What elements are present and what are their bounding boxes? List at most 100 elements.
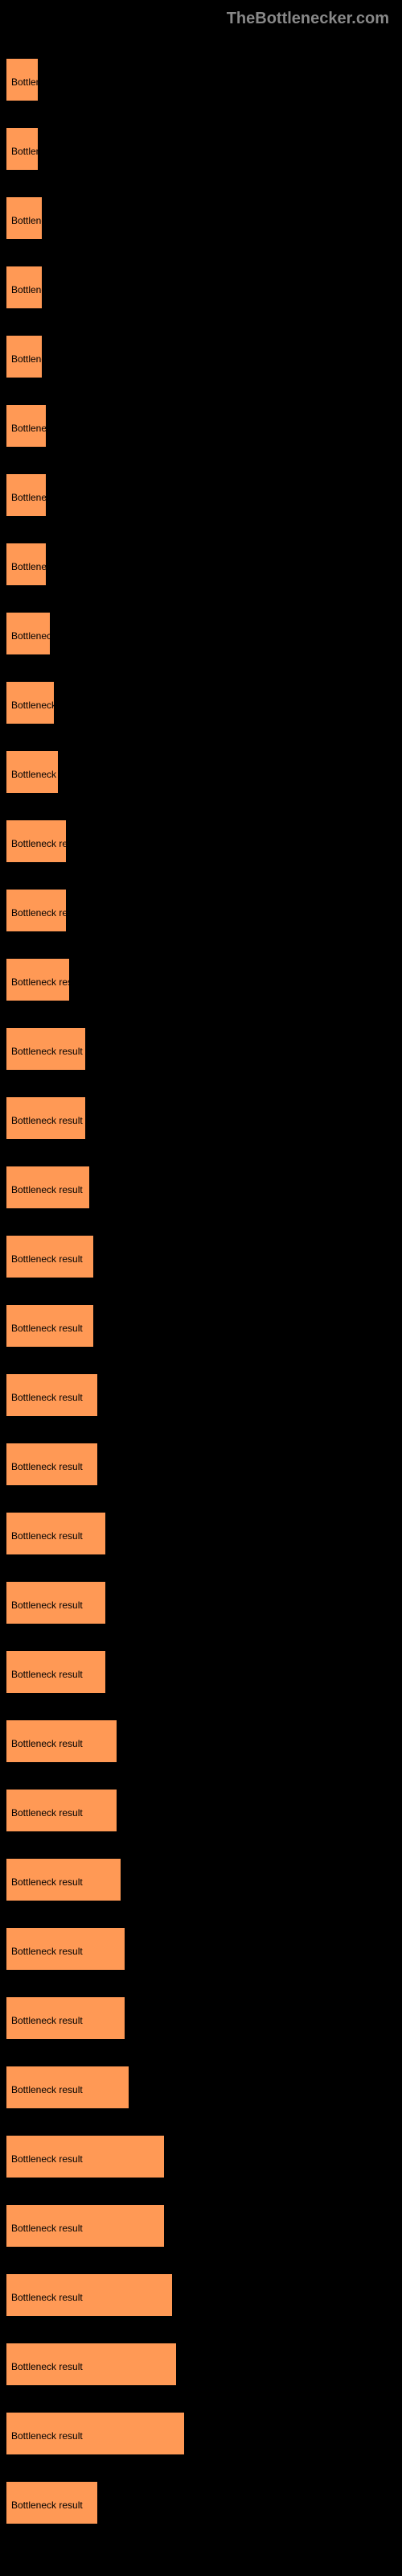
bar-category-label: Bottleneck result: [11, 976, 83, 988]
spec-label: Bottleneck result for Intel Core i3-1210…: [11, 1007, 310, 1017]
bar-area: Bottleneck result 23: [6, 1443, 400, 1490]
spec-label: Bottleneck result for Intel Core i3-1210…: [11, 869, 319, 878]
bar-value-label: 13: [63, 769, 73, 780]
bar-area: Bottleneck result21: [6, 1166, 400, 1213]
bar-area: Bottleneck result45: [6, 2413, 400, 2459]
bar-area: Bottleneck result15: [6, 890, 400, 936]
spec-label: Bottleneck result for Intel Core i3-1210…: [11, 246, 290, 255]
spec-label: Bottleneck result for Intel Core i3-1210…: [11, 1284, 310, 1294]
chart-row: Bottleneck result for Intel Core i3-1210…: [6, 522, 400, 592]
spec-label: Bottleneck result for Intel Core i3-1210…: [11, 1076, 334, 1096]
chart-row: Bottleneck result for Intel Core i3-1210…: [6, 730, 400, 799]
bar-category-label: Bottleneck result: [11, 1253, 83, 1265]
x-axis-tick: 30: [120, 2538, 129, 2548]
bar-area: Bottleneck result30: [6, 1997, 400, 2044]
bar-area: Bottleneck result40: [6, 2205, 400, 2252]
chart-row: Bottleneck result for Intel Core i3-1210…: [6, 2115, 400, 2184]
chart-row: Bottleneck result for Intel Core i3-1210…: [6, 384, 400, 453]
bar-value-label: 28: [121, 1738, 132, 1749]
spec-label: Bottleneck result for Intel Core i3-1210…: [11, 2115, 333, 2134]
chart-row: Bottleneck result for Intel Core i3-1210…: [6, 1076, 400, 1146]
bar-area: Bottleneck result10: [6, 543, 400, 590]
bar-area: Bottleneck result25: [6, 1513, 400, 1559]
bar-category-label: Bottleneck result: [11, 1461, 83, 1472]
chart-row: Bottleneck result for Intel Core i3-1210…: [6, 453, 400, 522]
chart-row: Bottleneck result for Intel Core i3-1210…: [6, 2322, 400, 2392]
bar-value-label: 23: [102, 1461, 113, 1472]
chart-row: Bottleneck result for Intel Core i3-1210…: [6, 1353, 400, 1422]
spec-label: Bottleneck result for Intel Core i3-1210…: [11, 1215, 305, 1224]
bar-area: Bottleneck result11: [6, 613, 400, 659]
bar-category-label: Bottleneck result: [11, 1046, 83, 1057]
bar-area: Bottleneck result43: [6, 2343, 400, 2390]
bar-value-label: 40: [169, 2223, 179, 2234]
bar-area: Bottleneck result42: [6, 2274, 400, 2321]
bar-value-label: 29: [125, 1876, 136, 1888]
spec-label: Bottleneck result for Intel Core i3-1210…: [11, 938, 305, 947]
spec-label: Bottleneck result for Intel Core i3-1210…: [11, 315, 305, 324]
chart-row: Bottleneck result for Intel Core i3-1210…: [6, 1215, 400, 1284]
spec-label: Bottleneck result for Intel Core i3-1210…: [11, 1769, 310, 1778]
bar-area: Bottleneck result31: [6, 2066, 400, 2113]
bar-category-label: Bottleneck result: [11, 1392, 83, 1403]
spec-label: Bottleneck result for Intel Core i3-1210…: [11, 1422, 310, 1432]
chart-row: Bottleneck result for Intel Core i3-1210…: [6, 661, 400, 730]
bar-area: Bottleneck result10: [6, 474, 400, 521]
chart-row: Bottleneck result for Intel Core i3-1210…: [6, 246, 400, 315]
bar-category-label: Bottleneck result: [11, 2361, 83, 2372]
bar-area: Bottleneck result8: [6, 59, 400, 105]
bar-area: Bottleneck result9: [6, 336, 400, 382]
chart-row: Bottleneck result for Intel Core i3-1210…: [6, 1492, 400, 1561]
bar-value-label: 10: [51, 561, 61, 572]
chart-row: Bottleneck result for Intel Core i3-1210…: [6, 176, 400, 246]
chart-row: Bottleneck result for Intel Core i3-1210…: [6, 1976, 400, 2046]
x-axis-tick: 60: [238, 2538, 248, 2548]
chart-row: Bottleneck result for Intel Core i3-1210…: [6, 2046, 400, 2115]
bar-area: Bottleneck result 23: [6, 1374, 400, 1421]
bar-value-label: 20: [90, 1046, 100, 1057]
bar-category-label: Bottleneck result: [11, 2500, 83, 2511]
bar-category-label: Bottleneck result: [11, 561, 83, 572]
bar-area: Bottleneck result8: [6, 128, 400, 175]
spec-label: Bottleneck result for Intel Core i3-1210…: [11, 799, 310, 809]
bar-area: Bottleneck result28: [6, 1790, 400, 1836]
bar-value-label: 30: [129, 1946, 140, 1957]
chart-row: Bottleneck result for Intel Core i3-1210…: [6, 1284, 400, 1353]
page-header: TheBottlenecker.com: [6, 6, 396, 38]
bar-value-label: 10: [51, 423, 61, 434]
x-axis-tick: 50: [199, 2538, 208, 2548]
bar-area: Bottleneck result10: [6, 405, 400, 452]
bar-value-label: 22: [98, 1253, 109, 1265]
chart-row: Bottleneck result for Intel Core i3-1210…: [6, 2184, 400, 2253]
x-axis-tick: 90: [356, 2538, 366, 2548]
spec-label: Bottleneck result for Intel Core i3-1210…: [11, 1353, 310, 1363]
spec-label: Bottleneck result for Intel Core i3-1210…: [11, 1699, 319, 1709]
bar-value-label: 31: [133, 2084, 144, 2095]
bar-value-label: 22: [98, 1323, 109, 1334]
bar-category-label: Bottleneck result: [11, 1876, 83, 1888]
bar-area: Bottleneck result 22: [6, 1236, 400, 1282]
spec-label: Bottleneck result for Intel Core i3-1210…: [11, 38, 305, 47]
bar-value-label: 28: [121, 1807, 132, 1818]
bar-category-label: Bottleneck result: [11, 2015, 83, 2026]
spec-label: Bottleneck result for Intel Core i3-1210…: [11, 1492, 310, 1501]
bar-value-label: 25: [110, 1530, 121, 1542]
spec-label: Bottleneck result for Intel Core i3-1210…: [11, 1907, 286, 1917]
chart-row: Bottleneck result for Intel Core i3-1210…: [6, 1422, 400, 1492]
spec-label: Bottleneck result for Intel Core i3-1210…: [11, 522, 319, 532]
chart-row: Bottleneck result for Intel Core i3-1210…: [6, 2253, 400, 2322]
bar-category-label: Bottleneck result: [11, 1738, 83, 1749]
chart-row: Bottleneck result for Intel Core i3-1210…: [6, 1630, 400, 1699]
bar-value-label: 11: [55, 630, 64, 642]
spec-label: Bottleneck result for Intel Core i3-1210…: [11, 453, 319, 463]
bar-value-label: 9: [47, 353, 52, 365]
bar-category-label: Bottleneck result: [11, 1184, 83, 1195]
chart-row: Bottleneck result for Intel Core i3-1210…: [6, 1699, 400, 1769]
bar-category-label: Bottleneck result: [11, 1669, 83, 1680]
bar-area: Bottleneck result25: [6, 1651, 400, 1698]
spec-label: Bottleneck result for Intel Core i3-1210…: [11, 1561, 310, 1571]
bar-value-label: 23: [102, 1392, 113, 1403]
spec-label: Bottleneck result for Intel Core i3-1210…: [11, 661, 310, 671]
chart-row: Bottleneck result for Intel Core i3-1210…: [6, 1561, 400, 1630]
bar-value-label: 12: [59, 700, 69, 711]
